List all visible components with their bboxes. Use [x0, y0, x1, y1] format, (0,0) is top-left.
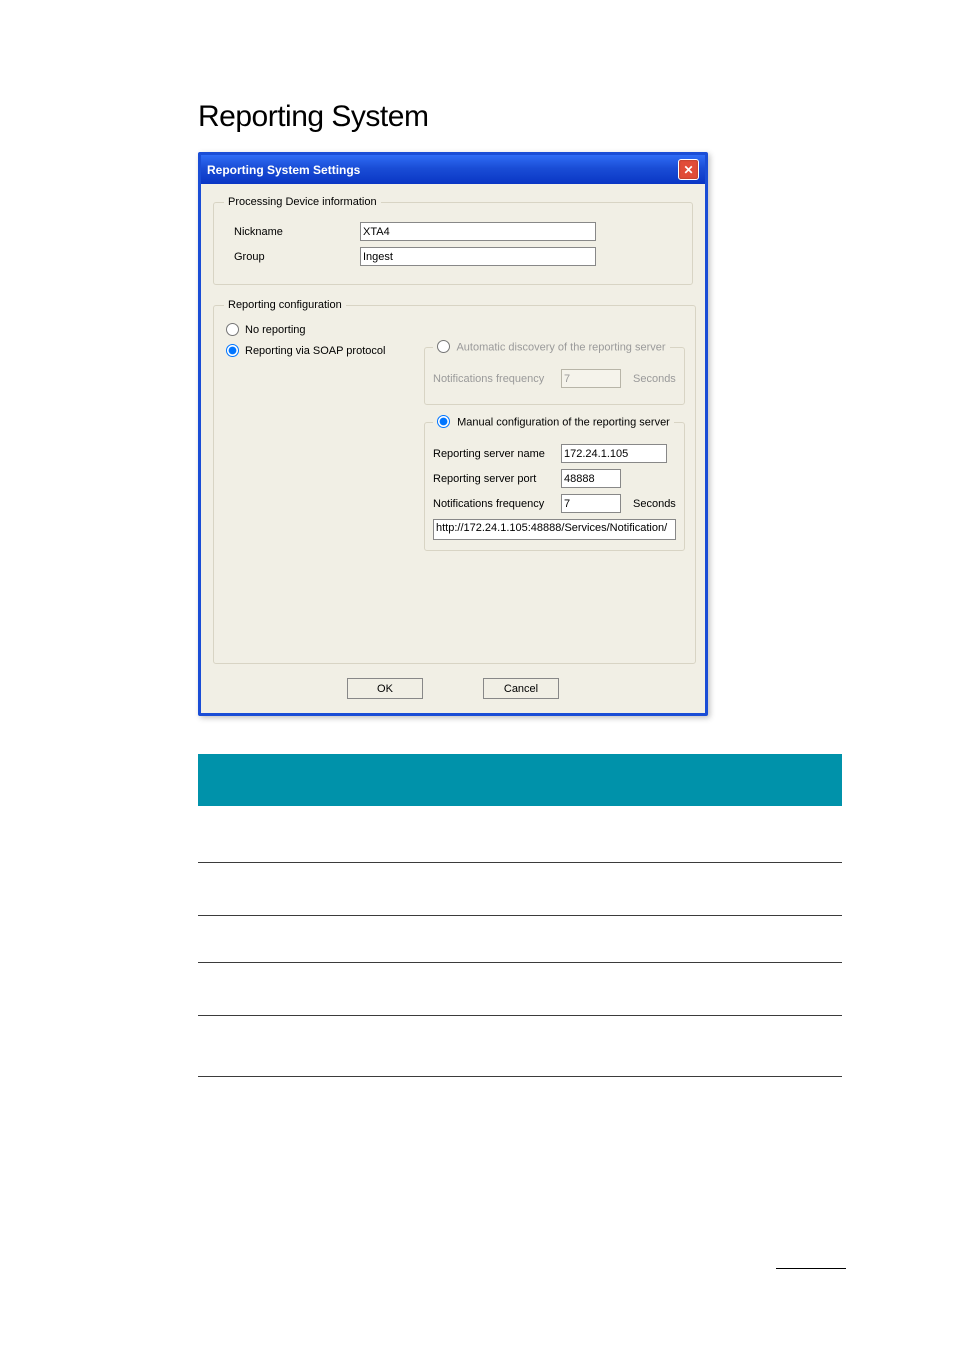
cancel-button[interactable]: Cancel	[483, 678, 559, 699]
automatic-discovery-group: Automatic discovery of the reporting ser…	[424, 340, 685, 405]
close-icon[interactable]: ✕	[678, 159, 699, 180]
reporting-server-name-row: Reporting server name	[433, 444, 676, 463]
dialog-body: Processing Device information Nickname G…	[201, 184, 705, 713]
reporting-url-box: http://172.24.1.105:48888/Services/Notif…	[433, 519, 676, 540]
dialog-title: Reporting System Settings	[207, 163, 360, 177]
automatic-discovery-radio[interactable]	[437, 340, 450, 353]
manual-configuration-group: Manual configuration of the reporting se…	[424, 415, 685, 551]
reporting-server-name-input[interactable]	[561, 444, 667, 463]
group-legend: Reporting configuration	[224, 299, 346, 311]
reporting-server-port-row: Reporting server port	[433, 469, 676, 488]
auto-freq-label: Notifications frequency	[433, 373, 561, 385]
group-legend: Processing Device information	[224, 196, 381, 208]
nickname-label: Nickname	[224, 226, 360, 238]
automatic-discovery-legend-text: Automatic discovery of the reporting ser…	[456, 341, 665, 353]
group-label: Group	[224, 251, 360, 263]
auto-freq-unit: Seconds	[633, 373, 676, 385]
automatic-discovery-legend: Automatic discovery of the reporting ser…	[433, 340, 670, 355]
auto-freq-row: Notifications frequency Seconds	[433, 369, 676, 388]
dialog-button-row: OK Cancel	[213, 678, 693, 699]
nickname-input[interactable]	[360, 222, 596, 241]
no-reporting-label: No reporting	[245, 324, 306, 336]
description-area	[198, 824, 842, 1077]
reporting-server-port-input[interactable]	[561, 469, 621, 488]
nickname-row: Nickname	[224, 222, 682, 241]
reporting-configuration-group: Reporting configuration No reporting Rep…	[213, 299, 696, 664]
reporting-system-settings-dialog: Reporting System Settings ✕ Processing D…	[198, 152, 708, 716]
soap-radio[interactable]	[226, 344, 239, 357]
no-reporting-radio[interactable]	[226, 323, 239, 336]
teal-header-bar	[198, 754, 842, 806]
manual-freq-row: Notifications frequency Seconds	[433, 494, 676, 513]
manual-configuration-radio[interactable]	[437, 415, 450, 428]
soap-radio-row: Reporting via SOAP protocol	[224, 344, 424, 357]
page-title: Reporting System	[198, 100, 854, 134]
manual-configuration-legend: Manual configuration of the reporting se…	[433, 415, 674, 430]
group-input[interactable]	[360, 247, 596, 266]
manual-configuration-legend-text: Manual configuration of the reporting se…	[457, 416, 670, 428]
spacer	[224, 561, 685, 651]
group-row: Group	[224, 247, 682, 266]
ok-button[interactable]: OK	[347, 678, 423, 699]
page-number-line	[776, 1268, 846, 1269]
reporting-soap-area: Reporting via SOAP protocol Automatic di…	[224, 340, 685, 561]
no-reporting-radio-row: No reporting	[224, 323, 685, 336]
soap-label: Reporting via SOAP protocol	[245, 345, 385, 357]
manual-freq-unit: Seconds	[633, 498, 676, 510]
reporting-server-name-label: Reporting server name	[433, 448, 561, 460]
dialog-titlebar: Reporting System Settings ✕	[201, 155, 705, 184]
auto-freq-input	[561, 369, 621, 388]
manual-freq-label: Notifications frequency	[433, 498, 561, 510]
manual-freq-input[interactable]	[561, 494, 621, 513]
reporting-server-port-label: Reporting server port	[433, 473, 561, 485]
processing-device-information-group: Processing Device information Nickname G…	[213, 196, 693, 285]
